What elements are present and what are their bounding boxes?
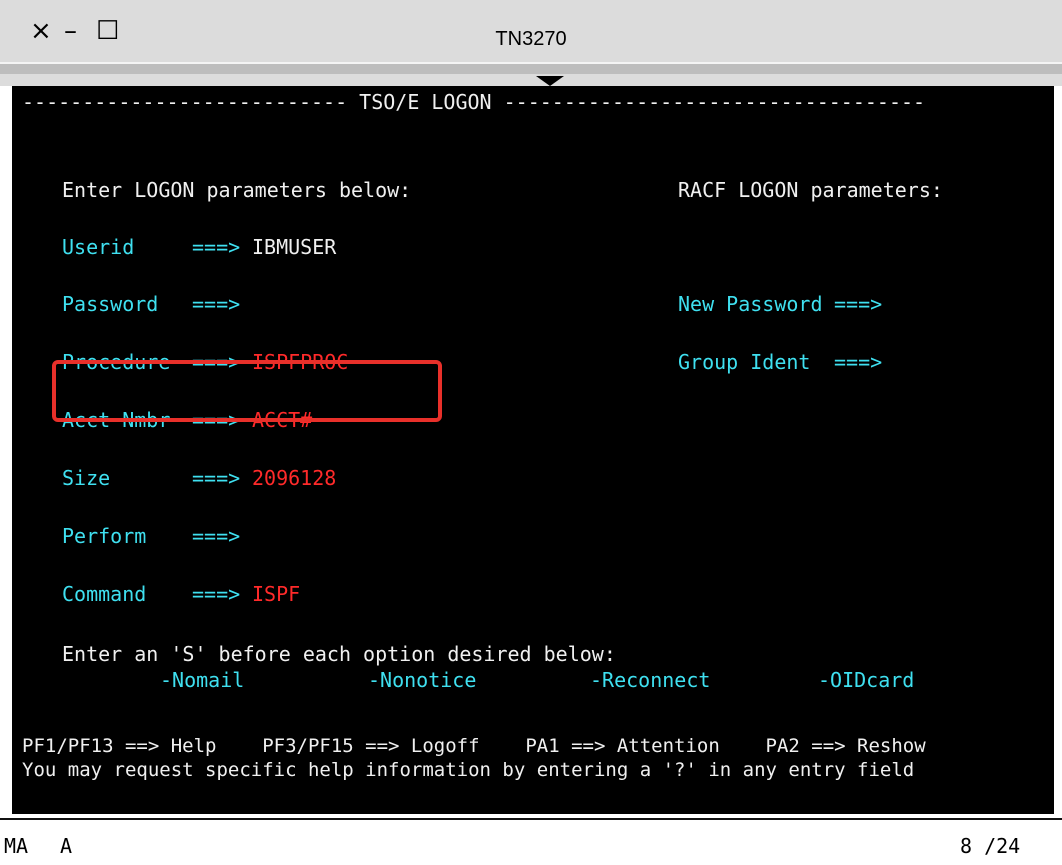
- userid-label: Userid: [62, 235, 135, 259]
- new-password-arrow: ===>: [834, 292, 883, 316]
- screen-left-border: [0, 86, 12, 818]
- option-nonotice[interactable]: -Nonotice: [368, 668, 476, 692]
- right-heading: RACF LOGON parameters:: [678, 178, 943, 202]
- option-reconnect[interactable]: -Reconnect: [590, 668, 710, 692]
- help-line: You may request specific help informatio…: [22, 759, 915, 781]
- password-field[interactable]: [252, 292, 412, 316]
- perform-arrow: ===>: [192, 524, 241, 548]
- group-ident-label: Group Ident: [678, 350, 811, 374]
- column-marker-icon: [536, 76, 564, 86]
- command-field[interactable]: ISPF: [252, 582, 300, 606]
- cursor-position: 8 /24: [960, 834, 1021, 858]
- group-ident-field[interactable]: [894, 350, 1034, 374]
- size-arrow: ===>: [192, 466, 241, 490]
- window-divider: [0, 62, 1062, 74]
- new-password-field[interactable]: [894, 292, 1034, 316]
- perform-field[interactable]: [252, 524, 372, 548]
- option-nomail[interactable]: -Nomail: [160, 668, 244, 692]
- status-left-2: A: [60, 834, 73, 858]
- command-label: Command: [62, 582, 147, 606]
- status-bar: MA A 8 /24: [0, 818, 1062, 865]
- size-label: Size: [62, 466, 111, 490]
- options-instruction: Enter an 'S' before each option desired …: [62, 642, 616, 666]
- window-title: TN3270: [495, 28, 567, 50]
- pf-keys-line: PF1/PF13 ==> Help PF3/PF15 ==> Logoff PA…: [22, 735, 926, 757]
- password-highlight-box: [52, 360, 442, 422]
- password-label: Password: [62, 292, 159, 316]
- window-titlebar: × – ☐ TN3270: [0, 0, 1062, 86]
- userid-arrow: ===>: [192, 235, 241, 259]
- screen-header: --------------------------- TSO/E LOGON …: [22, 90, 926, 114]
- command-arrow: ===>: [192, 582, 241, 606]
- left-heading: Enter LOGON parameters below:: [62, 178, 412, 202]
- userid-field[interactable]: IBMUSER: [252, 235, 336, 259]
- terminal-screen[interactable]: --------------------------- TSO/E LOGON …: [12, 86, 1054, 814]
- perform-label: Perform: [62, 524, 147, 548]
- password-arrow: ===>: [192, 292, 241, 316]
- group-ident-arrow: ===>: [834, 350, 883, 374]
- new-password-label: New Password: [678, 292, 823, 316]
- size-field[interactable]: 2096128: [252, 466, 336, 490]
- status-left-1: MA: [4, 834, 29, 858]
- option-oidcard[interactable]: -OIDcard: [818, 668, 914, 692]
